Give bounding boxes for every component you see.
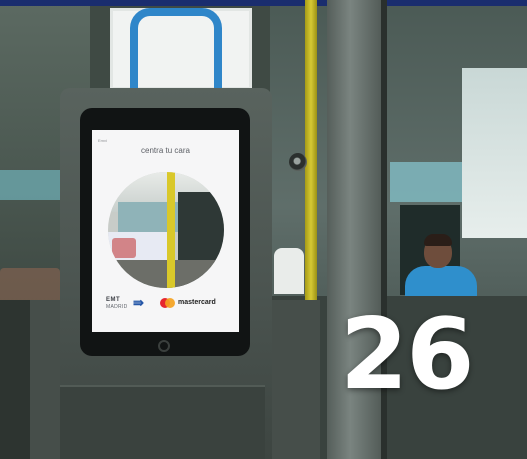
validator-lower-panel (60, 385, 265, 459)
mastercard-wordmark: mastercard (178, 299, 216, 306)
emt-logo-text: EMT (106, 297, 121, 303)
emt-arrows-icon: ⇛ (133, 295, 144, 310)
mastercard-yellow-circle (165, 298, 175, 308)
blue-sign-frame (130, 8, 222, 98)
photo-scene: Emvi centra tu cara EMT MADRID ⇛ masterc… (0, 0, 527, 459)
screen-corner-text: Emvi (98, 138, 107, 143)
bright-window (462, 68, 527, 238)
yellow-handrail (305, 0, 317, 300)
preview-yellow-pole (167, 172, 175, 288)
tablet-home-button (158, 340, 170, 352)
preview-floor (108, 260, 224, 288)
passenger-hair (424, 234, 452, 246)
emt-madrid-logo: EMT MADRID ⇛ (106, 296, 152, 312)
security-camera-icon (289, 153, 307, 171)
face-prompt-text: centra tu cara (141, 146, 190, 155)
emt-logo-subtext: MADRID (106, 304, 128, 310)
face-capture-circle (108, 172, 224, 288)
issue-number-overlay: 26 (340, 298, 474, 412)
mastercard-circles-icon (160, 298, 175, 308)
passenger-white-shirt (274, 248, 304, 294)
preview-red-shape (112, 238, 136, 258)
top-strip (0, 0, 527, 6)
